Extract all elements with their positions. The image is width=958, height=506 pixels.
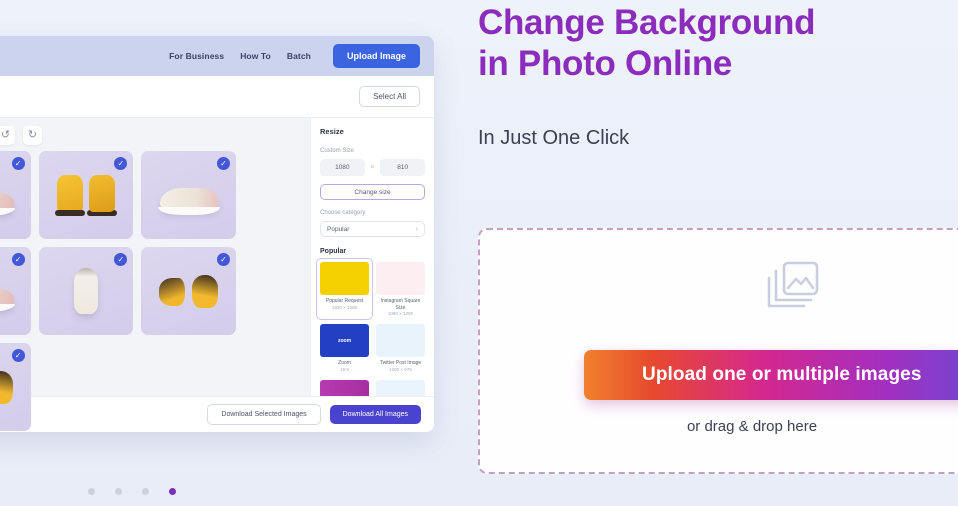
preset-name: Twitter Post Image: [379, 360, 422, 366]
preset-thumbnail: [376, 379, 425, 396]
page-subtitle: In Just One Click: [478, 126, 630, 149]
preset-thumbnail: [320, 262, 369, 295]
selected-check-icon[interactable]: ✓: [11, 157, 25, 170]
drag-drop-hint: or drag & drop here: [480, 418, 958, 435]
custom-size-label: Custom Size: [320, 148, 355, 154]
custom-size-row: 1080 × 810: [320, 159, 426, 176]
photo-tile[interactable]: ✓: [0, 247, 31, 335]
shoe-image: [0, 361, 16, 412]
redo-icon[interactable]: ↻: [23, 126, 42, 145]
download-all-images-button[interactable]: Download All Images: [329, 405, 421, 424]
preset-dimensions: 16:9: [340, 366, 349, 372]
preset-thumbnail: [320, 379, 369, 396]
page-root: For Business How To Batch Upload Image S…: [0, 0, 958, 506]
photo-tile[interactable]: ✓: [141, 151, 236, 239]
nav-upload-image-button[interactable]: Upload Image: [332, 44, 420, 68]
selected-check-icon[interactable]: ✓: [11, 349, 25, 362]
nav-link-how-to[interactable]: How To: [240, 51, 271, 61]
width-input[interactable]: 1080: [320, 159, 365, 176]
page-title-line1: Change Background: [478, 3, 816, 42]
selected-check-icon[interactable]: ✓: [216, 157, 230, 170]
mockup-toolbar: Select All: [0, 76, 434, 118]
shoe-image: [156, 169, 222, 220]
photo-tile[interactable]: ✓: [38, 247, 134, 335]
mockup-navbar: For Business How To Batch Upload Image: [0, 36, 434, 76]
carousel-dot[interactable]: [142, 488, 149, 495]
photo-canvas-column: ↺ ↻ ✓ ✓ ✓ ✓ ✓ ✓ ✓: [0, 118, 310, 431]
photo-tile[interactable]: ✓: [38, 151, 134, 239]
shoe-image: [53, 169, 119, 220]
preset-thumbnail: zoom: [320, 324, 369, 357]
preset-card[interactable]: zoom Zoom 16:9: [320, 324, 369, 372]
preset-name: Popular Request: [325, 298, 364, 304]
photo-tile[interactable]: ✓: [0, 343, 31, 431]
carousel-dot[interactable]: [115, 488, 122, 495]
change-size-button[interactable]: Change size: [320, 184, 425, 200]
height-input[interactable]: 810: [380, 159, 426, 176]
nav-link-for-business[interactable]: For Business: [169, 51, 224, 61]
preset-dimensions: 1920 × 1080: [331, 304, 358, 310]
page-title: Change Background in Photo Online: [478, 0, 958, 85]
nav-link-batch[interactable]: Batch: [287, 51, 311, 61]
mockup-workspace: ↺ ↻ ✓ ✓ ✓ ✓ ✓ ✓ ✓ Resize Custom Size 108…: [0, 118, 434, 431]
preset-name: Instagram Square Size: [380, 298, 421, 311]
preset-card[interactable]: [320, 379, 369, 396]
upload-images-button-label: Upload one or multiple images: [642, 364, 922, 385]
product-screenshot-mockup: For Business How To Batch Upload Image S…: [0, 36, 434, 432]
upload-images-button[interactable]: Upload one or multiple images: [584, 350, 958, 400]
preset-card[interactable]: [376, 379, 425, 396]
sidebar-title: Resize: [320, 127, 344, 136]
choose-category-label: Choose category: [320, 210, 366, 216]
shoe-image: [0, 169, 16, 220]
hero-section: Change Background in Photo Online In Jus…: [478, 0, 958, 506]
carousel-dots: [88, 488, 176, 495]
photo-tile[interactable]: ✓: [0, 151, 31, 239]
preset-dimensions: 1080 × 1080: [387, 311, 414, 316]
category-select-value: Popular: [327, 225, 350, 233]
stacked-images-icon: [760, 258, 822, 314]
preset-thumbnail: [376, 262, 425, 295]
chevron-right-icon: ›: [415, 225, 418, 233]
undo-icon[interactable]: ↺: [0, 126, 15, 145]
shoe-image: [53, 265, 119, 316]
selected-check-icon[interactable]: ✓: [114, 157, 128, 170]
preset-card[interactable]: Twitter Post Image 1200 × 675: [376, 324, 425, 372]
carousel-dot[interactable]: [88, 488, 95, 495]
history-controls: ↺ ↻: [0, 126, 304, 145]
selected-check-icon[interactable]: ✓: [216, 253, 230, 266]
preset-card[interactable]: Popular Request 1920 × 1080: [316, 258, 373, 320]
category-select[interactable]: Popular ›: [320, 221, 425, 237]
page-title-line2: in Photo Online: [478, 44, 733, 84]
upload-dropzone[interactable]: Upload one or multiple images or drag & …: [478, 228, 958, 474]
drag-drop-hint-text: or drag & drop here: [686, 418, 818, 435]
carousel-dot-active[interactable]: [169, 488, 176, 495]
select-all-button[interactable]: Select All: [359, 86, 420, 107]
photo-grid: ✓ ✓ ✓ ✓ ✓ ✓ ✓: [0, 151, 236, 431]
popular-section-title: Popular: [320, 248, 347, 255]
preset-card[interactable]: Instagram Square Size 1080 × 1080: [376, 262, 425, 316]
size-separator: ×: [370, 164, 375, 171]
preset-grid: Popular Request 1920 × 1080 Instagram Sq…: [316, 258, 425, 396]
resize-sidebar: Resize Custom Size 1080 × 810 Change siz…: [310, 118, 434, 396]
selected-check-icon[interactable]: ✓: [114, 253, 128, 266]
selected-check-icon[interactable]: ✓: [11, 253, 25, 266]
shoe-image: [156, 265, 222, 316]
photo-tile[interactable]: ✓: [141, 247, 236, 335]
preset-dimensions: 1200 × 675: [389, 366, 412, 372]
shoe-image: [0, 265, 16, 316]
preset-thumbnail: [376, 324, 425, 357]
